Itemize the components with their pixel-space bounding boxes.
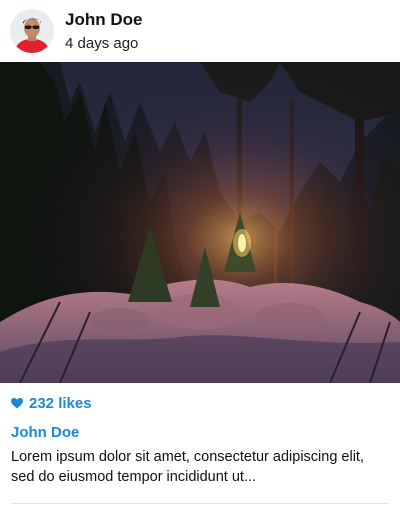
- avatar-image: [10, 9, 54, 53]
- likes-count: 232 likes: [29, 395, 92, 412]
- caption-author-link[interactable]: John Doe: [11, 424, 79, 441]
- post-image[interactable]: [0, 62, 400, 383]
- post-header: John Doe 4 days ago: [0, 0, 400, 62]
- heart-icon: [11, 398, 23, 409]
- post-timestamp: 4 days ago: [65, 35, 139, 52]
- post-card: John Doe 4 days ago 232 likes John Doe L…: [0, 0, 400, 513]
- author-name[interactable]: John Doe: [65, 10, 142, 30]
- caption-text: Lorem ipsum dolor sit amet, consectetur …: [11, 449, 364, 485]
- night-forest-image: [0, 62, 400, 383]
- like-button[interactable]: 232 likes: [11, 395, 92, 412]
- avatar[interactable]: [10, 9, 54, 53]
- divider: [11, 503, 389, 504]
